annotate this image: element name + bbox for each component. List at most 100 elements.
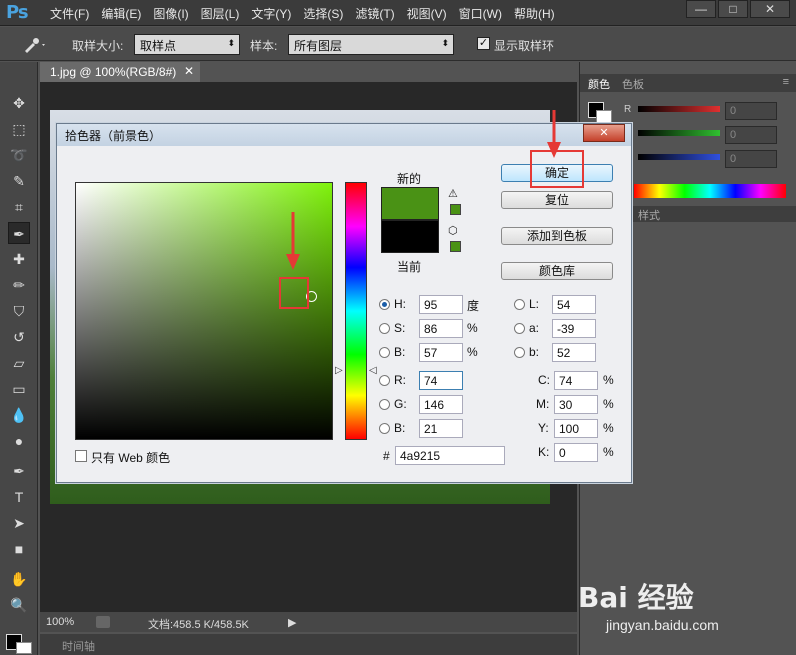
color-spectrum-bar[interactable] bbox=[634, 184, 786, 198]
maximize-button[interactable]: □ bbox=[718, 0, 748, 18]
channel-g-slider[interactable] bbox=[638, 130, 720, 136]
radio-g[interactable] bbox=[379, 399, 390, 410]
menu-filter[interactable]: 滤镜(T) bbox=[349, 5, 400, 22]
healing-brush-icon[interactable]: ✚ bbox=[8, 248, 30, 270]
move-tool-icon[interactable]: ✥ bbox=[8, 92, 30, 114]
quick-select-tool-icon[interactable]: ✎ bbox=[8, 170, 30, 192]
l-input[interactable]: 54 bbox=[552, 295, 596, 314]
radio-brightness[interactable] bbox=[379, 347, 390, 358]
h-input[interactable]: 95 bbox=[419, 295, 463, 314]
y-input[interactable]: 100 bbox=[554, 419, 598, 438]
eyedropper-preset-icon[interactable] bbox=[22, 36, 48, 54]
s-unit: % bbox=[467, 321, 478, 335]
menu-view[interactable]: 视图(V) bbox=[401, 5, 453, 22]
hue-slider[interactable] bbox=[345, 182, 367, 440]
status-menu-icon[interactable] bbox=[96, 616, 110, 628]
brightness-input[interactable]: 57 bbox=[419, 343, 463, 362]
background-color-swatch[interactable] bbox=[16, 642, 32, 654]
k-input[interactable]: 0 bbox=[554, 443, 598, 462]
radio-s[interactable] bbox=[379, 323, 390, 334]
web-safe-color-swatch[interactable] bbox=[450, 241, 461, 252]
sample-layers-select[interactable]: 所有图层 ⬍ bbox=[288, 34, 454, 55]
menu-type[interactable]: 文字(Y) bbox=[245, 5, 297, 22]
status-arrow-icon[interactable]: ▶ bbox=[288, 616, 296, 629]
hex-input[interactable]: 4a9215 bbox=[395, 446, 505, 465]
history-brush-icon[interactable]: ↺ bbox=[8, 326, 30, 348]
g-input[interactable]: 146 bbox=[419, 395, 463, 414]
reset-button[interactable]: 复位 bbox=[501, 191, 613, 209]
hue-slider-right-arrow-icon[interactable]: ◁ bbox=[369, 365, 377, 376]
document-tab[interactable]: 1.jpg @ 100%(RGB/8#) ✕ bbox=[40, 62, 200, 82]
dialog-title-bar[interactable]: 拾色器（前景色） bbox=[57, 124, 631, 146]
document-tab-title: 1.jpg @ 100%(RGB/8#) bbox=[50, 65, 177, 79]
current-color-swatch[interactable] bbox=[381, 220, 439, 253]
minimize-button[interactable]: — bbox=[686, 0, 716, 18]
zoom-level[interactable]: 100% bbox=[46, 616, 74, 628]
tab-color[interactable]: 颜色 bbox=[588, 76, 610, 92]
c-unit: % bbox=[603, 373, 614, 387]
path-select-icon[interactable]: ➤ bbox=[8, 512, 30, 534]
radio-l[interactable] bbox=[514, 299, 525, 310]
new-color-swatch bbox=[381, 187, 439, 220]
r-input[interactable]: 74 bbox=[419, 371, 463, 390]
channel-r-value[interactable]: 0 bbox=[725, 102, 777, 120]
zoom-tool-icon[interactable]: 🔍 bbox=[8, 594, 30, 616]
lab-b-input[interactable]: 52 bbox=[552, 343, 596, 362]
panel-menu-icon[interactable]: ≡ bbox=[783, 76, 789, 88]
menu-layer[interactable]: 图层(L) bbox=[195, 5, 246, 22]
close-tab-icon[interactable]: ✕ bbox=[184, 64, 194, 78]
crop-tool-icon[interactable]: ⌗ bbox=[8, 196, 30, 218]
timeline-panel[interactable]: 时间轴 bbox=[40, 634, 577, 655]
eraser-tool-icon[interactable]: ▱ bbox=[8, 352, 30, 374]
menu-window[interactable]: 窗口(W) bbox=[453, 5, 508, 22]
c-input[interactable]: 74 bbox=[554, 371, 598, 390]
brightness-unit: % bbox=[467, 345, 478, 359]
radio-a[interactable] bbox=[514, 323, 525, 334]
radio-blue[interactable] bbox=[379, 423, 390, 434]
dodge-tool-icon[interactable]: ● bbox=[8, 430, 30, 452]
eyedropper-tool-icon[interactable]: ✒ bbox=[8, 222, 30, 244]
hand-tool-icon[interactable]: ✋ bbox=[8, 568, 30, 590]
hex-label: # bbox=[383, 449, 390, 463]
radio-h[interactable] bbox=[379, 299, 390, 310]
web-colors-only-checkbox[interactable] bbox=[75, 450, 87, 462]
shape-tool-icon[interactable]: ■ bbox=[8, 538, 30, 560]
radio-lab-b[interactable] bbox=[514, 347, 525, 358]
menu-edit[interactable]: 编辑(E) bbox=[95, 5, 147, 22]
gradient-tool-icon[interactable]: ▭ bbox=[8, 378, 30, 400]
channel-b-value[interactable]: 0 bbox=[725, 150, 777, 168]
channel-r-slider[interactable] bbox=[638, 106, 720, 112]
blue-input[interactable]: 21 bbox=[419, 419, 463, 438]
sample-size-select[interactable]: 取样点 ⬍ bbox=[134, 34, 240, 55]
radio-r[interactable] bbox=[379, 375, 390, 386]
timeline-label: 时间轴 bbox=[62, 641, 95, 653]
channel-b-slider[interactable] bbox=[638, 154, 720, 160]
color-libraries-button[interactable]: 颜色库 bbox=[501, 262, 613, 280]
show-ring-checkbox[interactable]: ✓ bbox=[477, 37, 490, 50]
menu-image[interactable]: 图像(I) bbox=[147, 5, 194, 22]
pen-tool-icon[interactable]: ✒ bbox=[8, 460, 30, 482]
close-window-button[interactable]: ✕ bbox=[750, 0, 790, 18]
dialog-close-button[interactable]: ✕ bbox=[583, 124, 625, 142]
hue-slider-left-arrow-icon[interactable]: ▷ bbox=[335, 365, 343, 376]
lasso-tool-icon[interactable]: ➰ bbox=[8, 144, 30, 166]
marquee-tool-icon[interactable]: ⬚ bbox=[8, 118, 30, 140]
blur-tool-icon[interactable]: 💧 bbox=[8, 404, 30, 426]
channel-g-value[interactable]: 0 bbox=[725, 126, 777, 144]
a-input[interactable]: -39 bbox=[552, 319, 596, 338]
g-label: G: bbox=[394, 397, 407, 411]
web-safe-cube-icon[interactable]: ⬡ bbox=[448, 224, 458, 237]
s-input[interactable]: 86 bbox=[419, 319, 463, 338]
add-to-swatches-button[interactable]: 添加到色板 bbox=[501, 227, 613, 245]
menu-file[interactable]: 文件(F) bbox=[44, 5, 95, 22]
clone-stamp-icon[interactable]: ⛉ bbox=[8, 300, 30, 322]
m-input[interactable]: 30 bbox=[554, 395, 598, 414]
brush-tool-icon[interactable]: ✏ bbox=[8, 274, 30, 296]
m-label: M: bbox=[536, 397, 550, 411]
gamut-color-swatch[interactable] bbox=[450, 204, 461, 215]
menu-select[interactable]: 选择(S) bbox=[297, 5, 349, 22]
menu-help[interactable]: 帮助(H) bbox=[508, 5, 561, 22]
tab-swatches[interactable]: 色板 bbox=[622, 76, 644, 92]
out-of-gamut-warning-icon[interactable]: ⚠ bbox=[448, 187, 458, 200]
type-tool-icon[interactable]: T bbox=[8, 486, 30, 508]
